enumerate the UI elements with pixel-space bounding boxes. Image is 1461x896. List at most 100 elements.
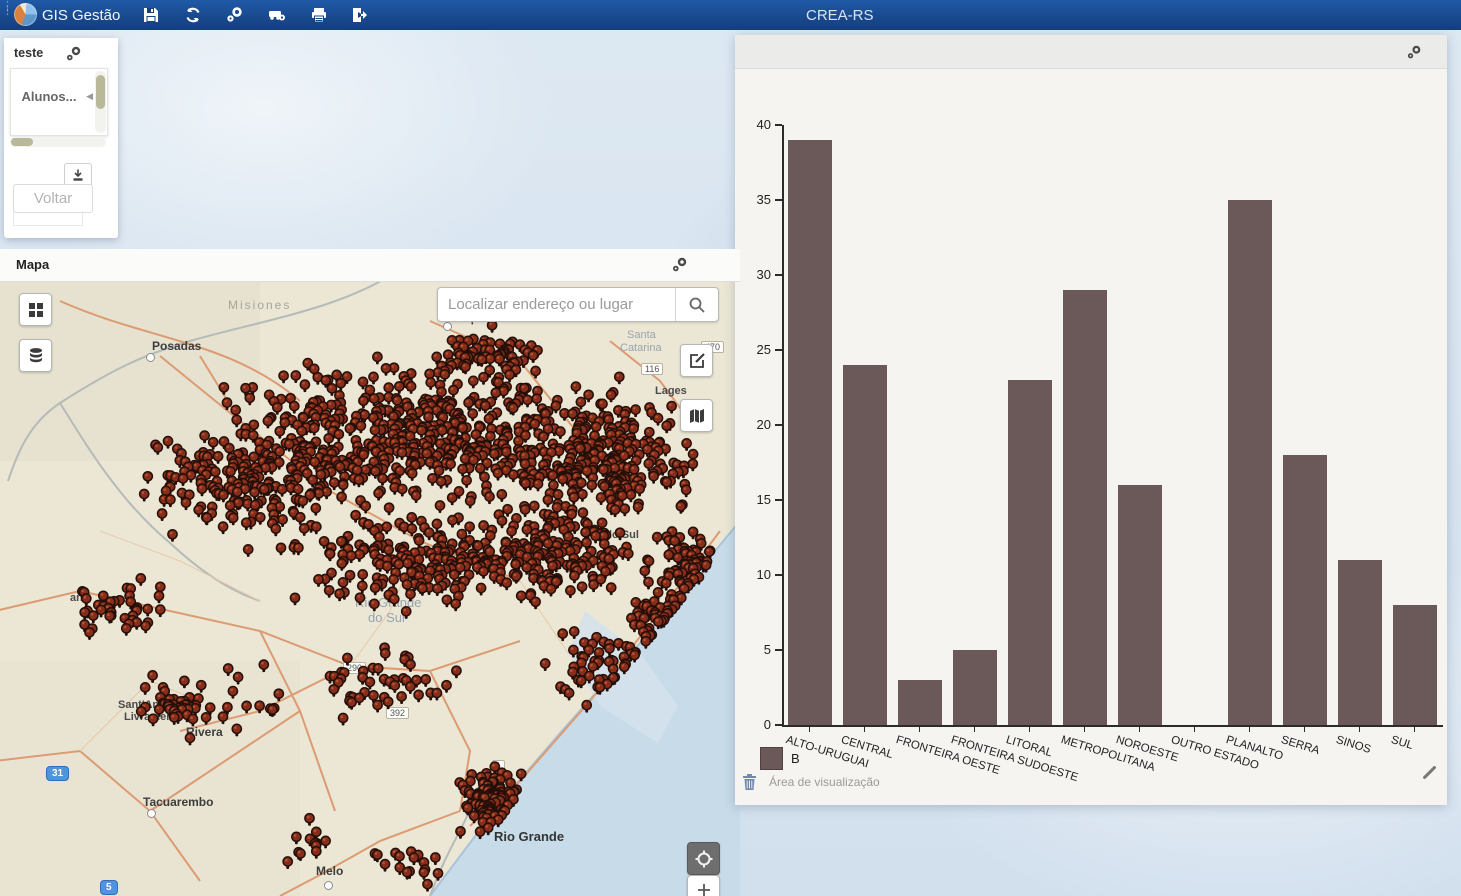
logout-icon[interactable] [350,6,368,24]
y-tick [775,349,782,351]
bar-planalto[interactable] [1228,200,1272,725]
y-axis [782,125,784,725]
y-tick-label: 30 [739,267,771,282]
clipped-panel-edge [13,211,83,226]
y-tick-label: 35 [739,192,771,207]
basemap-gallery-button[interactable] [19,293,52,326]
x-tick [1194,726,1196,732]
town-dot [443,322,452,331]
y-tick-label: 25 [739,342,771,357]
application-window: ⋮⋮ GIS Gestão CREA-RS teste Alunos... [0,0,1461,896]
x-tick [1414,726,1416,732]
zoom-in-button[interactable] [687,875,720,896]
bar-sinos[interactable] [1338,560,1382,725]
footer-label: Área de visualização [769,775,880,789]
x-tick [864,726,866,732]
layer-list: Alunos... ◀ [10,68,108,136]
bar-fronteira-sudoeste[interactable] [953,650,997,725]
x-tick [1029,726,1031,732]
y-tick [775,499,782,501]
grid-icon [27,301,45,319]
refresh-icon[interactable] [184,6,202,24]
bar-alto-uruguai[interactable] [788,140,832,725]
top-toolbar: ⋮⋮ GIS Gestão CREA-RS [0,0,1461,30]
map-canvas[interactable]: MisionesPosadasChapecoSantaCatarinaLages… [0,281,740,896]
plus-icon [696,882,712,896]
bar-central[interactable] [843,365,887,725]
legend-swatch [760,747,783,770]
locate-button[interactable] [687,842,720,875]
window-title: CREA-RS [806,7,874,24]
x-axis-label: SUL [1389,734,1414,752]
locate-icon [694,849,714,869]
chart-footer: Área de visualização [741,775,880,789]
y-tick [775,649,782,651]
resize-grip[interactable] [1422,765,1436,779]
x-axis-label: SINOS [1334,734,1372,756]
search-input[interactable] [438,288,675,321]
map-icon [688,407,706,425]
map-panel-title: Mapa [16,257,49,272]
teste-panel: teste Alunos... ◀ Voltar [4,38,118,238]
y-tick [775,274,782,276]
chart-panel-header [735,35,1447,69]
y-tick-label: 5 [739,642,771,657]
scrollbar-thumb[interactable] [11,138,33,146]
bar-chart: 0510152025303540ALTO-URUGUAICENTRALFRONT… [735,68,1447,728]
x-tick [809,726,811,732]
collapse-arrow-icon[interactable]: ◀ [86,91,93,102]
chart-panel: 0510152025303540ALTO-URUGUAICENTRALFRONT… [735,35,1447,805]
print-icon[interactable] [310,6,328,24]
y-tick-label: 20 [739,417,771,432]
y-tick-label: 10 [739,567,771,582]
bar-litoral[interactable] [1008,380,1052,725]
app-title: GIS Gestão [42,7,120,24]
y-tick-label: 0 [739,717,771,732]
basemap [0,281,740,896]
x-tick [1139,726,1141,732]
drag-handle-icon[interactable]: ⋮⋮ [2,4,8,26]
x-tick [1249,726,1251,732]
gears-icon[interactable] [672,257,688,278]
teste-panel-title: teste [14,46,43,60]
chart-legend: B [760,747,800,770]
layer-item-alunos[interactable]: Alunos... [11,89,87,104]
horizontal-scrollbar[interactable] [10,137,106,147]
settings-icon[interactable] [226,6,244,24]
x-tick [1084,726,1086,732]
edit-button[interactable] [680,344,713,377]
bar-fronteira-oeste[interactable] [898,680,942,725]
save-icon[interactable] [142,6,160,24]
town-dot [147,809,156,818]
logo-pie-icon [14,3,37,26]
trash-icon[interactable] [741,772,758,796]
map-panel-header: Mapa [0,249,740,282]
y-tick [775,424,782,426]
town-dot [146,353,155,362]
x-tick [974,726,976,732]
fleet-settings-icon[interactable] [268,6,286,24]
edit-icon [688,352,706,370]
x-tick [919,726,921,732]
gears-icon[interactable] [66,46,82,67]
vertical-scrollbar[interactable] [95,71,106,133]
legend-label: B [791,751,800,766]
x-tick [1359,726,1361,732]
town-dot [324,881,333,890]
database-icon [27,347,45,365]
x-tick [1304,726,1306,732]
overview-map-button[interactable] [680,399,713,432]
bar-metropolitana[interactable] [1063,290,1107,725]
x-axis [782,725,1443,727]
bar-sul[interactable] [1393,605,1437,725]
voltar-button[interactable]: Voltar [13,184,93,213]
layers-button[interactable] [19,339,52,372]
gears-icon[interactable] [1407,45,1422,65]
y-tick-label: 40 [739,117,771,132]
bar-noroeste[interactable] [1118,485,1162,725]
y-tick [775,574,782,576]
scrollbar-thumb[interactable] [96,75,105,109]
search-button[interactable] [675,288,718,321]
bar-serra[interactable] [1283,455,1327,725]
map-search-box [437,287,719,322]
